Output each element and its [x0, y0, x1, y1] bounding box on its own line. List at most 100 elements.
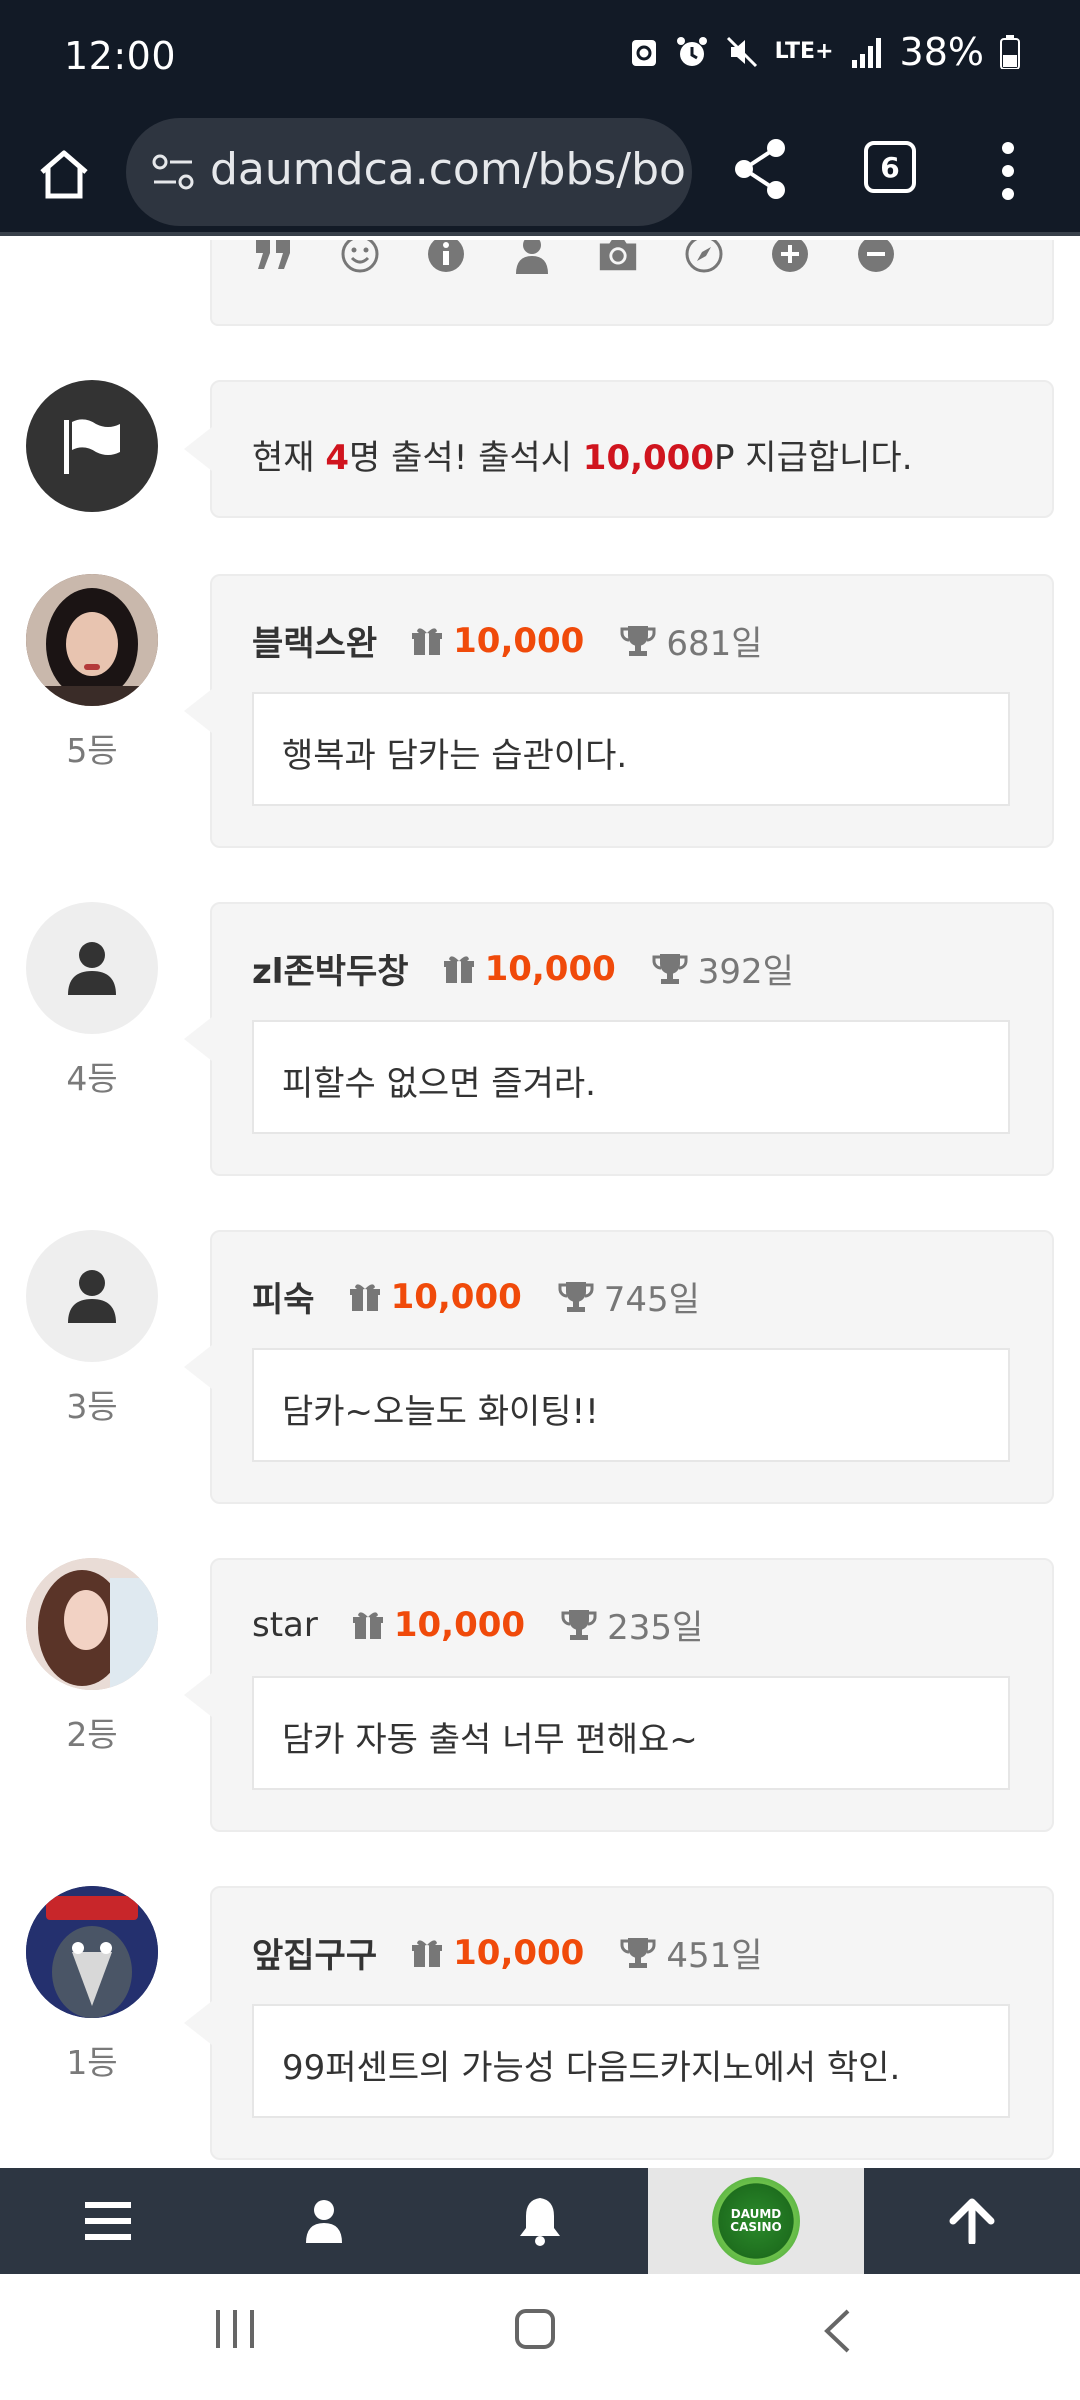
profile-photo — [26, 1558, 158, 1690]
bottom-navigation: DAUMD CASINO — [0, 2168, 1080, 2274]
gift-icon — [412, 627, 443, 655]
rank-label: 4등 — [66, 1059, 118, 1098]
profile-button[interactable] — [216, 2168, 432, 2274]
profile-photo — [26, 1886, 158, 2018]
home-system-button[interactable] — [514, 2308, 556, 2354]
back-chevron-icon — [824, 2309, 850, 2353]
gift-icon — [352, 1611, 383, 1639]
status-bar: 12:00 LTE+ 38% — [0, 0, 1080, 118]
attendance-entry: 앞집구구 10,000 451일 99퍼센트의 가능성 다음드카지노에서 학인. — [184, 1886, 1054, 2160]
battery-icon — [1000, 35, 1020, 69]
flag-icon — [64, 419, 120, 474]
casino-logo: DAUMD CASINO — [712, 2177, 800, 2265]
avatar[interactable] — [26, 1558, 158, 1690]
attendance-list: 현재 4명 출석! 출석시 10,000P 지급합니다. 5등 블랙스완 10,… — [0, 240, 1080, 2168]
compass-icon[interactable] — [682, 240, 726, 276]
message-box: 99퍼센트의 가능성 다음드카지노에서 학인. — [252, 2004, 1010, 2118]
default-user-icon — [68, 942, 116, 995]
hamburger-icon — [85, 2202, 131, 2240]
more-menu-button[interactable] — [1000, 140, 1016, 206]
points-value: 10,000 — [393, 1604, 526, 1645]
message-text: 피할수 없으면 즐겨라. — [282, 1064, 596, 1104]
avatar[interactable] — [26, 902, 158, 1034]
message-box: 피할수 없으면 즐겨라. — [252, 1020, 1010, 1134]
rank-label: 5등 — [66, 731, 118, 770]
user-icon — [306, 2200, 342, 2243]
trophy-icon — [561, 1609, 597, 1640]
rank-label: 1등 — [66, 2043, 118, 2082]
recent-apps-button[interactable] — [214, 2308, 256, 2354]
quote-icon[interactable] — [252, 240, 296, 276]
message-text: 99퍼센트의 가능성 다음드카지노에서 학인. — [282, 2048, 901, 2088]
trophy-icon — [558, 1281, 594, 1312]
gift-icon — [349, 1283, 380, 1311]
days-count: 392일 — [697, 952, 794, 992]
site-settings-icon[interactable] — [152, 152, 194, 196]
mute-icon — [725, 35, 759, 69]
message-box: 담카 자동 출석 너무 편해요~ — [252, 1676, 1010, 1790]
profile-photo — [26, 574, 158, 706]
network-type: LTE+ — [774, 39, 834, 64]
attendance-entry: 피숙 10,000 745일 담카~오늘도 화이팅!! — [184, 1230, 1054, 1504]
attendance-notice-text: 현재 4명 출석! 출석시 10,000P 지급합니다. — [252, 438, 913, 478]
attendance-entry: zl존박두창 10,000 392일 피할수 없으면 즐겨라. — [184, 902, 1054, 1176]
gift-icon — [443, 955, 474, 983]
notice-avatar — [26, 380, 158, 512]
info-icon[interactable] — [424, 240, 468, 276]
days-count: 681일 — [666, 624, 763, 664]
attendance-entry: 블랙스완 10,000 681일 행복과 담카는 습관이다. — [184, 574, 1054, 848]
days-count: 745일 — [603, 1280, 700, 1320]
rank-label: 3등 — [66, 1387, 118, 1426]
address-bar[interactable]: daumdca.com/bbs/bo — [126, 118, 692, 226]
more-vert-icon — [1002, 142, 1014, 200]
nickname[interactable]: 앞집구구 — [252, 1928, 377, 1977]
arrow-up-icon — [949, 2198, 995, 2244]
share-icon — [735, 139, 785, 199]
bell-icon — [520, 2198, 560, 2246]
days-count: 451일 — [666, 1936, 763, 1976]
tab-switcher-button[interactable]: 6 — [864, 141, 916, 193]
default-user-icon — [68, 1270, 116, 1323]
emoji-icon[interactable] — [338, 240, 382, 276]
menu-button[interactable] — [0, 2168, 216, 2274]
attendance-notice: 현재 4명 출석! 출석시 10,000P 지급합니다. — [184, 380, 1054, 518]
message-text: 담카~오늘도 화이팅!! — [282, 1392, 599, 1432]
nickname[interactable]: zl존박두창 — [252, 944, 409, 993]
home-button[interactable] — [34, 138, 94, 210]
nickname[interactable]: 피숙 — [252, 1272, 315, 1321]
casino-logo-button[interactable]: DAUMD CASINO — [648, 2168, 864, 2274]
nickname[interactable]: star — [252, 1605, 318, 1645]
points-value: 10,000 — [390, 1276, 522, 1317]
gift-icon — [412, 1939, 443, 1967]
back-button[interactable] — [822, 2308, 852, 2358]
trophy-icon — [652, 953, 688, 984]
status-time: 12:00 — [64, 34, 177, 78]
trophy-icon — [620, 1937, 656, 1968]
minus-circle-icon[interactable] — [854, 240, 898, 276]
avatar[interactable] — [26, 574, 158, 706]
days-count: 235일 — [607, 1608, 704, 1648]
scroll-top-button[interactable] — [864, 2168, 1080, 2274]
battery-percent: 38% — [899, 30, 984, 74]
camera-icon[interactable] — [596, 240, 640, 276]
comment-editor-toolbar — [210, 240, 1054, 326]
avatar[interactable] — [26, 1230, 158, 1362]
rank-label: 2등 — [66, 1715, 118, 1754]
url-text: daumdca.com/bbs/bo — [210, 144, 686, 195]
points-value: 10,000 — [453, 1932, 585, 1973]
avatar[interactable] — [26, 1886, 158, 2018]
trophy-icon — [620, 625, 656, 656]
user-icon[interactable] — [510, 240, 554, 276]
message-text: 행복과 담카는 습관이다. — [282, 736, 628, 776]
recent-apps-icon — [216, 2310, 254, 2348]
plus-circle-icon[interactable] — [768, 240, 812, 276]
nickname[interactable]: 블랙스완 — [252, 616, 377, 665]
message-text: 담카 자동 출석 너무 편해요~ — [282, 1720, 698, 1760]
home-icon — [40, 150, 88, 199]
points-value: 10,000 — [484, 948, 616, 989]
home-square-icon — [515, 2309, 555, 2349]
points-value: 10,000 — [453, 620, 585, 661]
share-button[interactable] — [730, 136, 790, 206]
notifications-button[interactable] — [432, 2168, 648, 2274]
message-box: 행복과 담카는 습관이다. — [252, 692, 1010, 806]
